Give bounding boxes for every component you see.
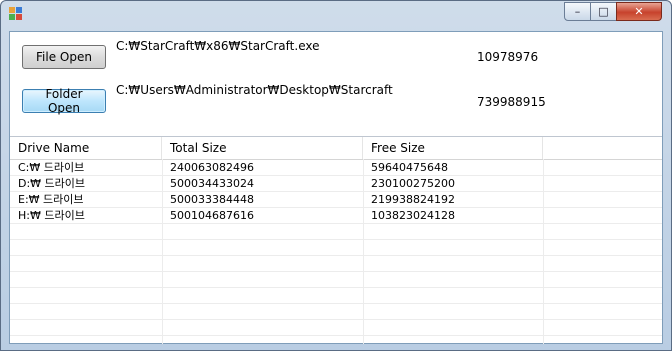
file-size-label: 10978976 [477, 50, 539, 64]
folder-size-label: 739988915 [477, 95, 546, 109]
folder-open-button[interactable]: Folder Open [22, 87, 106, 115]
file-open-button[interactable]: File Open [22, 45, 106, 69]
total-size-cell: 500033384448 [170, 193, 254, 206]
drive-name-cell: H:₩ 드라이브 [18, 209, 85, 222]
free-size-cell: 103823024128 [371, 209, 455, 222]
table-row[interactable]: H:₩ 드라이브 500104687616 103823024128 [10, 208, 662, 224]
table-row[interactable]: D:₩ 드라이브 500034433024 230100275200 [10, 176, 662, 192]
minimize-icon: – [574, 5, 581, 18]
drive-name-cell: C:₩ 드라이브 [18, 161, 85, 174]
column-header-total-size[interactable]: Total Size [162, 137, 363, 159]
column-header-filler [543, 137, 662, 159]
drive-list-view[interactable]: Drive Name Total Size Free Size C:₩ 드라이브 [10, 136, 662, 344]
free-size-cell: 230100275200 [371, 177, 455, 190]
maximize-icon: □ [598, 5, 609, 18]
total-size-cell: 500034433024 [170, 177, 254, 190]
drive-list-header: Drive Name Total Size Free Size [10, 137, 662, 160]
table-row[interactable]: E:₩ 드라이브 500033384448 219938824192 [10, 192, 662, 208]
column-header-drive-name[interactable]: Drive Name [10, 137, 162, 159]
file-path-label: C:₩StarCraft₩x86₩StarCraft.exe [116, 39, 320, 53]
maximize-button[interactable]: □ [590, 2, 617, 21]
folder-path-label: C:₩Users₩Administrator₩Desktop₩Starcraft [116, 83, 393, 97]
client-area: File Open C:₩StarCraft₩x86₩StarCraft.exe… [9, 31, 663, 344]
close-icon: ✕ [634, 5, 644, 18]
free-size-cell: 219938824192 [371, 193, 455, 206]
drive-name-cell: E:₩ 드라이브 [18, 193, 84, 206]
free-size-cell: 59640475648 [371, 161, 448, 174]
table-row[interactable]: C:₩ 드라이브 240063082496 59640475648 [10, 160, 662, 176]
minimize-button[interactable]: – [564, 2, 591, 21]
app-icon [9, 7, 23, 21]
drive-name-cell: D:₩ 드라이브 [18, 177, 86, 190]
title-bar[interactable]: – □ ✕ [1, 1, 671, 31]
close-button[interactable]: ✕ [616, 2, 662, 21]
column-header-free-size[interactable]: Free Size [363, 137, 543, 159]
total-size-cell: 500104687616 [170, 209, 254, 222]
total-size-cell: 240063082496 [170, 161, 254, 174]
main-window: – □ ✕ File Open C:₩StarCraft₩x86₩StarCra… [0, 0, 672, 351]
